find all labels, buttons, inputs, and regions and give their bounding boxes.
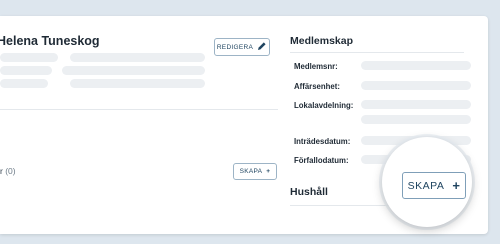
divider: [0, 109, 278, 110]
member-name: Helena Tuneskog: [0, 34, 100, 48]
create-button-small[interactable]: SKAPA +: [233, 163, 277, 180]
create-household-button[interactable]: SKAPA +: [402, 172, 466, 199]
household-count-label: r: [0, 166, 3, 176]
member-number-value: [361, 61, 471, 70]
local-branch-value-2: [361, 115, 471, 124]
edit-button-label: REDIGERA: [216, 43, 254, 51]
placeholder-bar: [0, 66, 52, 75]
household-count-value: (0): [5, 166, 16, 176]
placeholder-bar: [70, 79, 205, 88]
field-label-member-number: Medlemsnr:: [294, 62, 338, 71]
field-label-entry-date: Inträdesdatum:: [294, 137, 351, 146]
placeholder-bar: [0, 79, 48, 88]
household-title: Hushåll: [290, 186, 328, 198]
create-button-small-label: SKAPA: [239, 168, 263, 175]
placeholder-bar: [0, 53, 58, 62]
plus-icon: +: [452, 178, 461, 193]
membership-title: Medlemskap: [290, 35, 354, 47]
plus-icon: +: [266, 168, 271, 175]
household-count: r (0): [0, 166, 16, 176]
field-label-local-branch: Lokalavdelning:: [294, 101, 354, 110]
business-unit-value: [361, 81, 471, 90]
field-label-business-unit: Affärsenhet:: [294, 82, 340, 91]
field-label-due-date: Förfallodatum:: [294, 156, 349, 165]
divider: [290, 52, 464, 53]
placeholder-bar: [62, 66, 205, 75]
pencil-icon: [257, 41, 267, 53]
local-branch-value: [361, 100, 471, 109]
create-household-button-label: SKAPA: [407, 179, 445, 192]
placeholder-bar: [70, 53, 205, 62]
edit-button[interactable]: REDIGERA: [214, 38, 270, 56]
divider: [290, 205, 400, 206]
